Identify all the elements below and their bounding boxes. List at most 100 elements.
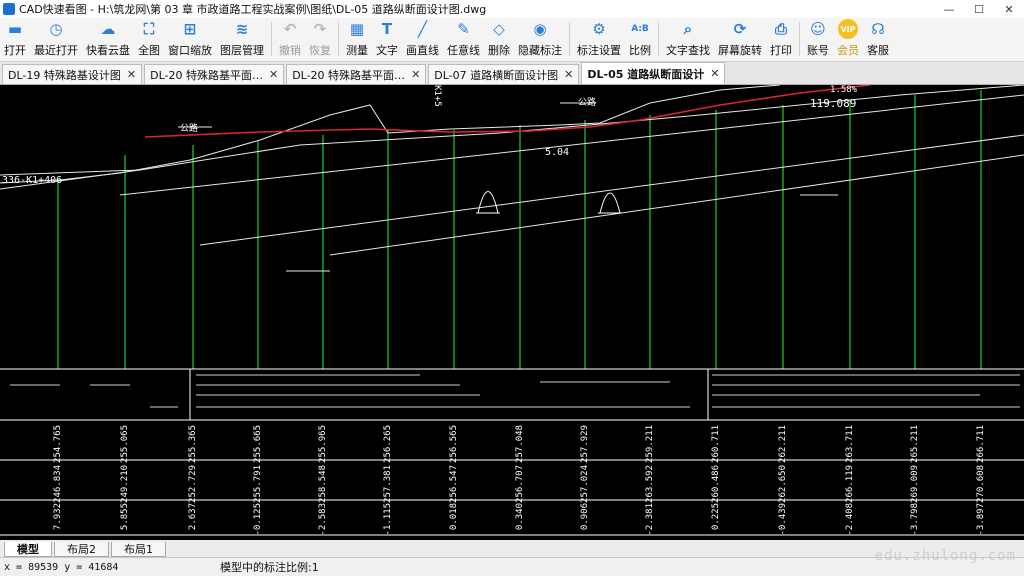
cursor-coordinates: x = 89539 y = 41684 — [4, 561, 119, 573]
hide-annotation-button[interactable]: ◉ 隐藏标注 — [514, 19, 566, 61]
table-cell-value: 252.729 — [188, 465, 198, 503]
doc-tab-dl05[interactable]: DL-05 道路纵断面设计 ✕ — [581, 62, 726, 84]
app-icon — [3, 3, 15, 15]
annotation-marks — [178, 102, 838, 272]
eye-icon: ◉ — [533, 20, 547, 38]
table-cell-value: 255.791 — [253, 465, 263, 503]
table-grid — [0, 368, 1024, 536]
toolbar-separator — [569, 22, 570, 56]
redo-icon: ↷ — [313, 20, 327, 38]
user-icon: ☺ — [810, 20, 826, 38]
draw-line-button[interactable]: ╱ 画直线 — [402, 19, 443, 61]
table-cell-value: -2.408 — [845, 503, 855, 536]
print-button[interactable]: ⎙ 打印 — [766, 19, 796, 61]
table-cell-value: 0.018 — [449, 503, 459, 531]
recent-open-button[interactable]: ◷ 最近打开 — [30, 19, 82, 61]
vip-icon: VIP — [838, 19, 858, 39]
delete-button[interactable]: ◇ 删除 — [484, 19, 514, 61]
table-header-text — [10, 374, 1020, 408]
table-cell-value: -0.125 — [253, 503, 263, 536]
headset-icon: ☊ — [871, 20, 885, 38]
undo-button[interactable]: ↶ 撤销 — [275, 19, 305, 61]
table-cell-value: 256.547 — [449, 465, 459, 503]
table-cell-value: 263.711 — [845, 425, 855, 463]
account-button[interactable]: ☺ 账号 — [803, 19, 833, 61]
text-button[interactable]: T 文字 — [372, 19, 402, 61]
table-cell-value: 255.365 — [188, 425, 198, 463]
cloud-icon: ☁ — [100, 20, 116, 38]
table-cell-value: 257.381 — [383, 465, 393, 503]
cloud-drive-button[interactable]: ☁ 快看云盘 — [82, 19, 134, 61]
close-button[interactable]: ✕ — [994, 0, 1024, 18]
station-left-label: 336-K1+406 — [2, 175, 63, 186]
polyline-icon: ✎ — [457, 20, 470, 38]
doc-tab-dl19[interactable]: DL-19 特殊路基设计图 ✕ — [2, 64, 143, 84]
station-top-label: K1+5 — [432, 85, 442, 107]
full-view-button[interactable]: ⛶ 全图 — [134, 19, 164, 61]
text-icon: T — [381, 20, 393, 38]
table-cell-value: 269.009 — [910, 465, 920, 503]
clock-icon: ◷ — [49, 20, 63, 38]
status-bar: x = 89539 y = 41684 模型中的标注比例:1 — [0, 557, 1024, 576]
doc-tab-dl07[interactable]: DL-07 道路横断面设计图 ✕ — [428, 64, 580, 84]
table-cell-value: 0.340 — [515, 503, 525, 531]
table-cell-value: 262.650 — [778, 465, 788, 503]
close-icon[interactable]: ✕ — [127, 68, 136, 81]
annotation-settings-button[interactable]: ⚙ 标注设置 — [573, 19, 625, 61]
scale-button[interactable]: A:B 比例 — [625, 19, 655, 61]
tab-layout1[interactable]: 布局1 — [111, 542, 166, 557]
undo-icon: ↶ — [283, 20, 297, 38]
slope-value-label: 5.04 — [545, 147, 570, 158]
tab-model[interactable]: 模型 — [4, 542, 52, 557]
table-cell-value: 257.048 — [515, 425, 525, 463]
table-cell-value: -2.381 — [645, 503, 655, 536]
toolbar-separator — [271, 22, 272, 56]
close-icon[interactable]: ✕ — [269, 68, 278, 81]
text-search-button[interactable]: ⌕ 文字查找 — [662, 19, 714, 61]
eraser-icon: ◇ — [493, 20, 505, 38]
table-cell-value: 249.210 — [120, 465, 130, 503]
close-icon[interactable]: ✕ — [411, 68, 420, 81]
tab-layout2[interactable]: 布局2 — [54, 542, 109, 557]
table-cell-value: 265.211 — [910, 425, 920, 463]
table-cell-value: 260.711 — [711, 425, 721, 463]
printer-icon: ⎙ — [774, 20, 787, 38]
grade-label-top: 1.58% — [830, 85, 858, 95]
redo-button[interactable]: ↷ 恢复 — [305, 19, 335, 61]
screen-rotate-button[interactable]: ⟳ 屏幕旋转 — [714, 19, 766, 61]
table-cell-value: 260.486 — [711, 465, 721, 503]
ruler-icon: ▦ — [349, 20, 365, 38]
table-cell-value: 5.855 — [120, 503, 130, 531]
layer-manager-button[interactable]: ≋ 图层管理 — [216, 19, 268, 61]
doc-tab-dl20-b[interactable]: DL-20 特殊路基平面… ✕ — [286, 64, 427, 84]
rotate-icon: ⟳ — [733, 20, 747, 38]
table-cell-value: -0.439 — [778, 503, 788, 536]
table-cell-value: 257.024 — [580, 465, 590, 503]
table-cell-value: 266.119 — [845, 465, 855, 503]
open-button[interactable]: ▬ 打开 — [0, 19, 30, 61]
toolbar-separator — [338, 22, 339, 56]
toolbar-separator — [658, 22, 659, 56]
table-cell-value: 266.711 — [976, 425, 986, 463]
measure-button[interactable]: ▦ 测量 — [342, 19, 372, 61]
drawing-canvas[interactable]: 336-K1+406 119.089 1.58% 5.04 K1+5 公路 公路… — [0, 85, 1024, 540]
customer-service-button[interactable]: ☊ 客服 — [863, 19, 893, 61]
doc-tab-dl20-a[interactable]: DL-20 特殊路基平面… ✕ — [144, 64, 285, 84]
maximize-button[interactable]: ☐ — [964, 0, 994, 18]
table-cell-value: -2.583 — [318, 503, 328, 536]
table-cell-value: 256.265 — [383, 425, 393, 463]
table-cell-value: 256.565 — [449, 425, 459, 463]
annotation-scale: 模型中的标注比例:1 — [220, 561, 319, 574]
close-icon[interactable]: ✕ — [710, 67, 719, 80]
design-grade-line — [144, 85, 871, 138]
ground-lines — [0, 85, 1024, 256]
window-controls: — ☐ ✕ — [934, 0, 1024, 18]
minimize-button[interactable]: — — [934, 0, 964, 18]
table-cell-value: 270.608 — [976, 465, 986, 503]
close-icon[interactable]: ✕ — [564, 68, 573, 81]
member-button[interactable]: VIP 会员 — [833, 19, 863, 61]
window-zoom-button[interactable]: ⊞ 窗口缩放 — [164, 19, 216, 61]
table-cell-value: 254.765 — [53, 425, 63, 463]
text-search-icon: ⌕ — [683, 20, 693, 38]
freehand-line-button[interactable]: ✎ 任意线 — [443, 19, 484, 61]
